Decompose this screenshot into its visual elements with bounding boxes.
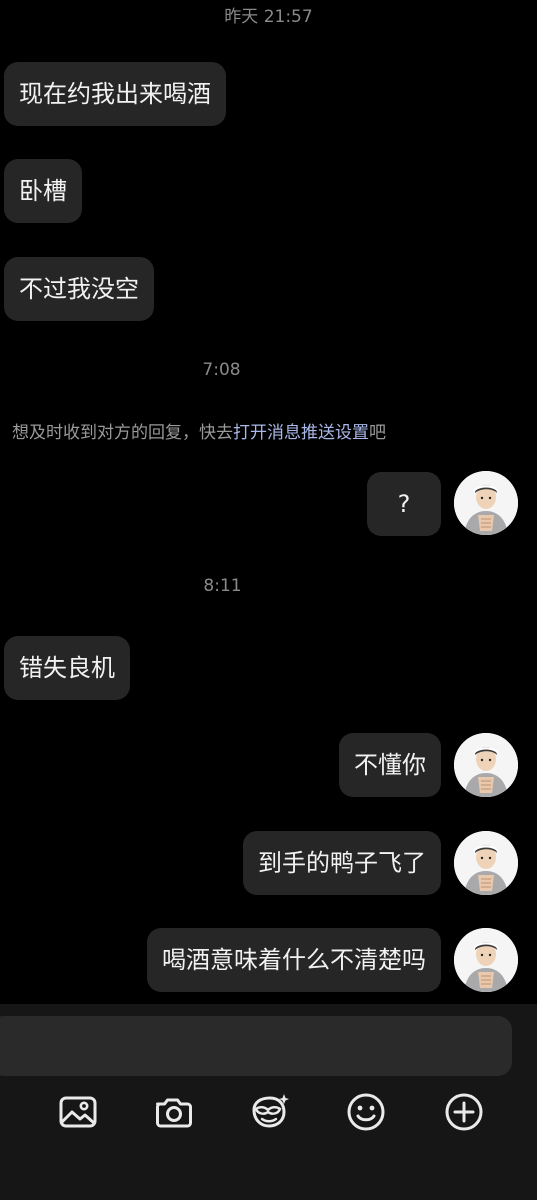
image-icon[interactable] <box>54 1088 102 1136</box>
message-bubble-sent[interactable]: 喝酒意味着什么不清楚吗 <box>147 928 441 992</box>
message-bubble-received[interactable]: 现在约我出来喝酒 <box>4 62 226 126</box>
message-bubble-sent[interactable]: 到手的鸭子飞了 <box>243 831 441 895</box>
message-bubble-sent[interactable]: ? <box>367 472 441 536</box>
emoji-icon[interactable] <box>342 1088 390 1136</box>
timestamp: 昨天 21:57 <box>224 7 313 27</box>
timestamp: 8:11 <box>203 576 242 596</box>
avatar-illustration <box>454 471 518 535</box>
plus-icon[interactable] <box>440 1088 488 1136</box>
message-input[interactable] <box>0 1016 512 1076</box>
notice-text: 想及时收到对方的回复，快去 <box>12 423 233 443</box>
avatar-illustration <box>454 733 518 797</box>
avatar-illustration <box>454 928 518 992</box>
camera-icon[interactable] <box>150 1088 198 1136</box>
message-bubble-sent[interactable]: 不懂你 <box>339 733 441 797</box>
message-bubble-received[interactable]: 卧槽 <box>4 159 82 223</box>
avatar[interactable] <box>454 471 518 535</box>
push-notification-notice: 想及时收到对方的回复，快去打开消息推送设置吧 <box>12 418 386 443</box>
chat-screen: 昨天 21:57 现在约我出来喝酒 卧槽 不过我没空 7:08 想及时收到对方的… <box>0 0 537 1200</box>
avatar[interactable] <box>454 733 518 797</box>
avatar-illustration <box>454 831 518 895</box>
avatar[interactable] <box>454 831 518 895</box>
notice-text: 吧 <box>369 423 386 443</box>
open-push-settings-link[interactable]: 打开消息推送设置 <box>233 423 369 443</box>
avatar[interactable] <box>454 928 518 992</box>
message-bubble-received[interactable]: 不过我没空 <box>4 257 154 321</box>
message-bubble-received[interactable]: 错失良机 <box>4 636 130 700</box>
sticker-icon[interactable] <box>246 1088 294 1136</box>
timestamp: 7:08 <box>202 360 241 380</box>
